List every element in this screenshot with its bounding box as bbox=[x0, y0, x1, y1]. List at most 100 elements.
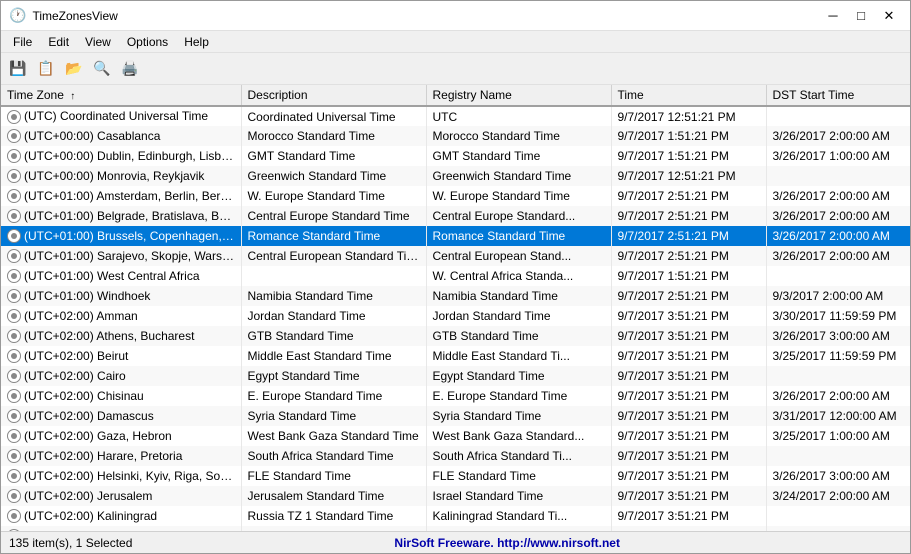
table-row[interactable]: (UTC+02:00) Athens, BucharestGTB Standar… bbox=[1, 326, 910, 346]
table-row[interactable]: (UTC+03:00) TripoliLibya Standard TimeLi… bbox=[1, 526, 910, 531]
cell-description: Syria Standard Time bbox=[241, 406, 426, 426]
cell-registry: UTC bbox=[426, 106, 611, 126]
cell-dst: 3/24/2017 2:00:00 AM bbox=[766, 486, 910, 506]
timezone-icon bbox=[7, 489, 21, 503]
table-row[interactable]: (UTC+02:00) JerusalemJerusalem Standard … bbox=[1, 486, 910, 506]
cell-registry: GMT Standard Time bbox=[426, 146, 611, 166]
toolbar-open[interactable]: 📂 bbox=[61, 57, 87, 81]
cell-registry: Greenwich Standard Time bbox=[426, 166, 611, 186]
cell-timezone: (UTC+01:00) Belgrade, Bratislava, Budape… bbox=[1, 206, 241, 226]
table-row[interactable]: (UTC+02:00) DamascusSyria Standard TimeS… bbox=[1, 406, 910, 426]
cell-registry: Libya Standard Time bbox=[426, 526, 611, 531]
close-button[interactable]: ✕ bbox=[876, 6, 902, 26]
cell-timezone: (UTC+00:00) Monrovia, Reykjavik bbox=[1, 166, 241, 186]
cell-time: 9/7/2017 3:51:21 PM bbox=[611, 426, 766, 446]
sort-icon: ↑ bbox=[70, 91, 75, 102]
cell-description: W. Europe Standard Time bbox=[241, 186, 426, 206]
toolbar-save[interactable]: 💾 bbox=[5, 57, 31, 81]
cell-registry: Central European Stand... bbox=[426, 246, 611, 266]
cell-timezone: (UTC+00:00) Casablanca bbox=[1, 126, 241, 146]
col-header-description[interactable]: Description bbox=[241, 85, 426, 106]
timezone-icon bbox=[7, 329, 21, 343]
cell-dst: 3/30/2017 11:59:59 PM bbox=[766, 306, 910, 326]
cell-time: 9/7/2017 3:51:21 PM bbox=[611, 406, 766, 426]
cell-time: 9/7/2017 3:51:21 PM bbox=[611, 366, 766, 386]
cell-dst: 3/26/2017 3:00:00 AM bbox=[766, 466, 910, 486]
cell-timezone: (UTC+02:00) Chisinau bbox=[1, 386, 241, 406]
title-bar-left: 🕐 TimeZonesView bbox=[9, 7, 118, 24]
cell-time: 9/7/2017 1:51:21 PM bbox=[611, 266, 766, 286]
cell-registry: Morocco Standard Time bbox=[426, 126, 611, 146]
toolbar-copy[interactable]: 📋 bbox=[33, 57, 59, 81]
timezone-icon bbox=[7, 189, 21, 203]
cell-registry: South Africa Standard Ti... bbox=[426, 446, 611, 466]
cell-description: Greenwich Standard Time bbox=[241, 166, 426, 186]
timezone-icon bbox=[7, 269, 21, 283]
table-row[interactable]: (UTC+00:00) Monrovia, ReykjavikGreenwich… bbox=[1, 166, 910, 186]
cell-dst bbox=[766, 446, 910, 466]
table-row[interactable]: (UTC+01:00) Belgrade, Bratislava, Budape… bbox=[1, 206, 910, 226]
cell-timezone: (UTC+01:00) West Central Africa bbox=[1, 266, 241, 286]
cell-dst: 3/25/2017 1:00:00 AM bbox=[766, 426, 910, 446]
table-row[interactable]: (UTC+01:00) Amsterdam, Berlin, Bern, Ro.… bbox=[1, 186, 910, 206]
cell-time: 9/7/2017 3:51:21 PM bbox=[611, 346, 766, 366]
cell-description: Libya Standard Time bbox=[241, 526, 426, 531]
cell-time: 9/7/2017 3:51:21 PM bbox=[611, 466, 766, 486]
cell-registry: W. Central Africa Standa... bbox=[426, 266, 611, 286]
cell-time: 9/7/2017 2:51:21 PM bbox=[611, 226, 766, 246]
cell-dst: 3/26/2017 2:00:00 AM bbox=[766, 386, 910, 406]
table-row[interactable]: (UTC+02:00) Gaza, HebronWest Bank Gaza S… bbox=[1, 426, 910, 446]
table-row[interactable]: (UTC+02:00) Helsinki, Kyiv, Riga, Sofia,… bbox=[1, 466, 910, 486]
table-row[interactable]: (UTC) Coordinated Universal TimeCoordina… bbox=[1, 106, 910, 126]
table-row[interactable]: (UTC+02:00) AmmanJordan Standard TimeJor… bbox=[1, 306, 910, 326]
table-container[interactable]: Time Zone ↑ Description Registry Name Ti… bbox=[1, 85, 910, 531]
window-controls: ─ □ ✕ bbox=[820, 6, 902, 26]
timezone-icon bbox=[7, 110, 21, 124]
table-row[interactable]: (UTC+01:00) Sarajevo, Skopje, Warsaw, Za… bbox=[1, 246, 910, 266]
cell-timezone: (UTC+01:00) Windhoek bbox=[1, 286, 241, 306]
menu-help[interactable]: Help bbox=[176, 33, 217, 51]
cell-registry: Egypt Standard Time bbox=[426, 366, 611, 386]
cell-dst bbox=[766, 506, 910, 526]
table-row[interactable]: (UTC+00:00) Dublin, Edinburgh, Lisbon, L… bbox=[1, 146, 910, 166]
table-row[interactable]: (UTC+02:00) ChisinauE. Europe Standard T… bbox=[1, 386, 910, 406]
cell-description: FLE Standard Time bbox=[241, 466, 426, 486]
menu-options[interactable]: Options bbox=[119, 33, 176, 51]
col-header-dst[interactable]: DST Start Time bbox=[766, 85, 910, 106]
timezone-icon bbox=[7, 249, 21, 263]
table-row[interactable]: (UTC+02:00) CairoEgypt Standard TimeEgyp… bbox=[1, 366, 910, 386]
menu-bar: File Edit View Options Help bbox=[1, 31, 910, 53]
table-row[interactable]: (UTC+02:00) Harare, PretoriaSouth Africa… bbox=[1, 446, 910, 466]
table-row[interactable]: (UTC+01:00) WindhoekNamibia Standard Tim… bbox=[1, 286, 910, 306]
minimize-button[interactable]: ─ bbox=[820, 6, 846, 26]
table-header-row: Time Zone ↑ Description Registry Name Ti… bbox=[1, 85, 910, 106]
timezone-icon bbox=[7, 509, 21, 523]
cell-timezone: (UTC+02:00) Beirut bbox=[1, 346, 241, 366]
toolbar: 💾 📋 📂 🔍 🖨️ bbox=[1, 53, 910, 85]
cell-registry: W. Europe Standard Time bbox=[426, 186, 611, 206]
cell-dst bbox=[766, 266, 910, 286]
toolbar-search[interactable]: 🔍 bbox=[89, 57, 115, 81]
cell-dst: 3/26/2017 2:00:00 AM bbox=[766, 226, 910, 246]
table-row[interactable]: (UTC+01:00) Brussels, Copenhagen, Madri.… bbox=[1, 226, 910, 246]
cell-time: 9/7/2017 2:51:21 PM bbox=[611, 246, 766, 266]
col-header-timezone[interactable]: Time Zone ↑ bbox=[1, 85, 241, 106]
maximize-button[interactable]: □ bbox=[848, 6, 874, 26]
menu-file[interactable]: File bbox=[5, 33, 40, 51]
cell-time: 9/7/2017 3:51:21 PM bbox=[611, 326, 766, 346]
table-row[interactable]: (UTC+01:00) West Central Africa W. Centra… bbox=[1, 266, 910, 286]
col-header-registry[interactable]: Registry Name bbox=[426, 85, 611, 106]
cell-description: Romance Standard Time bbox=[241, 226, 426, 246]
menu-edit[interactable]: Edit bbox=[40, 33, 77, 51]
table-row[interactable]: (UTC+02:00) KaliningradRussia TZ 1 Stand… bbox=[1, 506, 910, 526]
cell-timezone: (UTC+02:00) Cairo bbox=[1, 366, 241, 386]
window-title: TimeZonesView bbox=[32, 9, 117, 23]
table-row[interactable]: (UTC+00:00) Casablanca Morocco Standard T… bbox=[1, 126, 910, 146]
toolbar-print[interactable]: 🖨️ bbox=[117, 57, 143, 81]
table-row[interactable]: (UTC+02:00) BeirutMiddle East Standard T… bbox=[1, 346, 910, 366]
cell-description: South Africa Standard Time bbox=[241, 446, 426, 466]
col-header-time[interactable]: Time bbox=[611, 85, 766, 106]
cell-registry: West Bank Gaza Standard... bbox=[426, 426, 611, 446]
menu-view[interactable]: View bbox=[77, 33, 119, 51]
timezone-icon bbox=[7, 229, 21, 243]
